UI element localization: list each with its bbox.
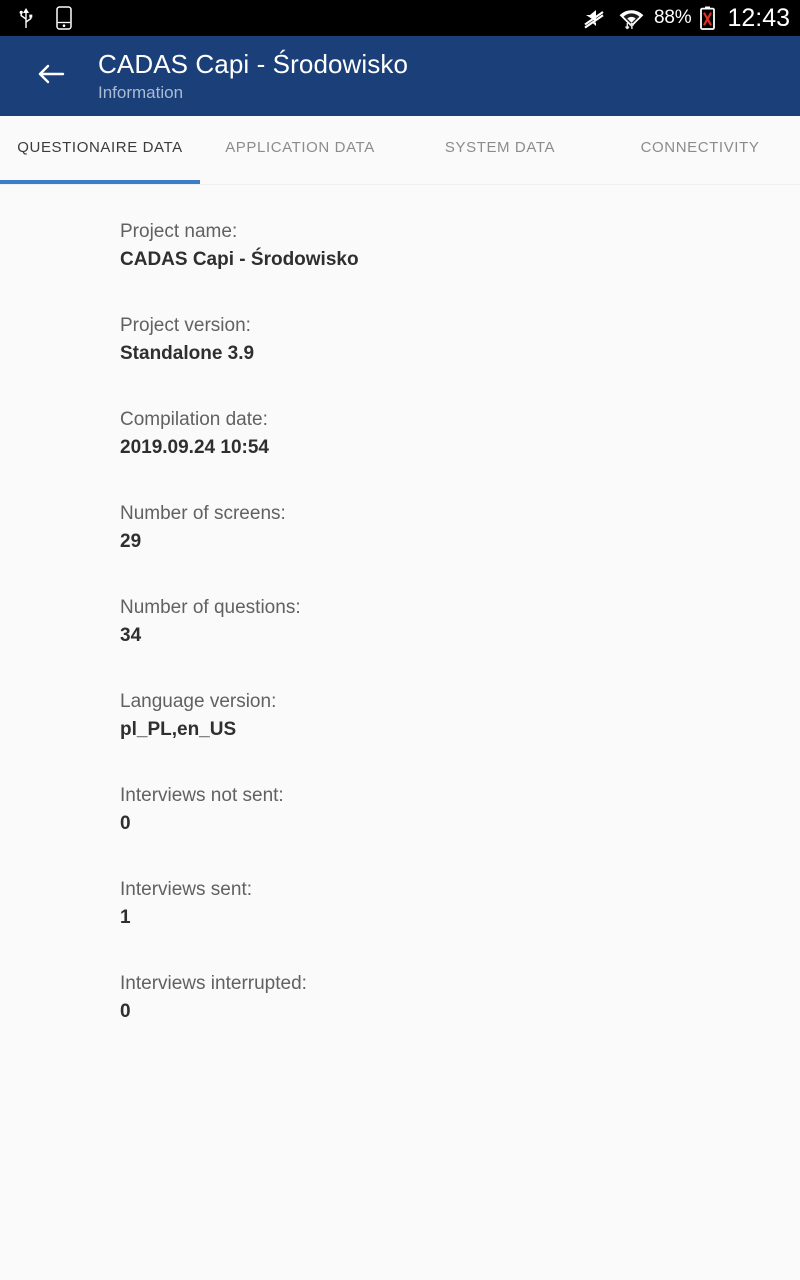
field-value: 1 (120, 907, 131, 928)
field-interviews-sent: Interviews sent: 1 (120, 877, 800, 931)
app-bar-titles: CADAS Capi - Środowisko Information (98, 49, 408, 104)
back-button[interactable] (28, 53, 74, 99)
field-value: CADAS Capi - Środowisko (120, 249, 359, 270)
wifi-data-icon (618, 5, 645, 31)
field-label: Language version: (120, 691, 277, 712)
field-label: Interviews interrupted: (120, 973, 307, 994)
battery-error-icon (700, 6, 716, 30)
tab-label: APPLICATION DATA (225, 138, 375, 156)
status-bar: 88% 12:43 (0, 0, 800, 36)
usb-icon (18, 7, 34, 29)
field-value: pl_PL,en_US (120, 719, 237, 740)
field-value: 29 (120, 531, 142, 552)
app-screen: 88% 12:43 CADAS Capi - Środowisko Inform… (0, 0, 800, 1280)
field-value: Standalone 3.9 (120, 343, 255, 364)
page-subtitle: Information (98, 82, 184, 102)
tab-application-data[interactable]: APPLICATION DATA (200, 116, 400, 184)
field-compilation-date: Compilation date: 2019.09.24 10:54 (120, 407, 800, 461)
sim-card-icon (56, 6, 72, 30)
app-bar: CADAS Capi - Środowisko Information (0, 36, 800, 116)
field-label: Number of questions: (120, 597, 301, 618)
tab-system-data[interactable]: SYSTEM DATA (400, 116, 600, 184)
tab-label: QUESTIONAIRE DATA (17, 138, 183, 156)
field-number-of-screens: Number of screens: 29 (120, 501, 800, 555)
questionaire-data-panel: Project name: CADAS Capi - Środowisko Pr… (0, 185, 800, 1280)
page-title: CADAS Capi - Środowisko (98, 48, 409, 79)
tab-connectivity[interactable]: CONNECTIVITY (600, 116, 800, 184)
field-value: 0 (120, 813, 131, 834)
field-label: Interviews sent: (120, 879, 252, 900)
battery-percent-label: 88% (654, 7, 692, 28)
field-value: 0 (120, 1001, 131, 1022)
field-label: Interviews not sent: (120, 785, 284, 806)
field-value: 2019.09.24 10:54 (120, 437, 269, 458)
field-value: 34 (120, 625, 142, 646)
status-bar-right-icons: 88% 12:43 (583, 4, 790, 33)
field-interviews-interrupted: Interviews interrupted: 0 (120, 971, 800, 1025)
clock-label: 12:43 (727, 3, 790, 32)
field-language-version: Language version: pl_PL,en_US (120, 689, 800, 743)
back-arrow-icon (35, 59, 67, 94)
tab-label: SYSTEM DATA (444, 138, 556, 156)
field-project-name: Project name: CADAS Capi - Środowisko (120, 219, 800, 273)
mute-icon (583, 6, 609, 30)
field-label: Project version: (120, 315, 251, 336)
field-label: Project name: (120, 221, 238, 242)
tab-label: CONNECTIVITY (640, 138, 760, 156)
field-label: Number of screens: (120, 503, 286, 524)
field-interviews-not-sent: Interviews not sent: 0 (120, 783, 800, 837)
field-project-version: Project version: Standalone 3.9 (120, 313, 800, 367)
tab-bar: QUESTIONAIRE DATA APPLICATION DATA SYSTE… (0, 116, 800, 185)
field-label: Compilation date: (120, 409, 268, 430)
tab-questionaire-data[interactable]: QUESTIONAIRE DATA (0, 116, 200, 184)
field-number-of-questions: Number of questions: 34 (120, 595, 800, 649)
status-bar-left-icons (18, 6, 72, 30)
tab-active-indicator (0, 180, 200, 184)
